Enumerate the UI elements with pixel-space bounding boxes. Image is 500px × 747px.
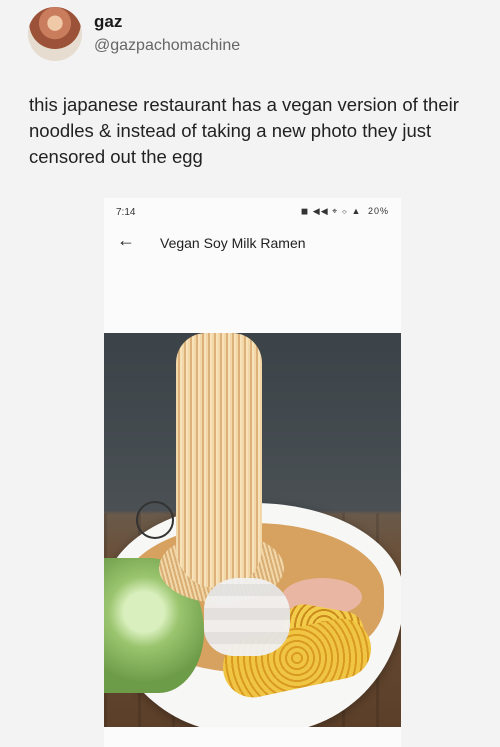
back-arrow-icon[interactable]: ← xyxy=(117,230,135,251)
censored-egg xyxy=(204,578,290,656)
page-title: Vegan Soy Milk Ramen xyxy=(160,235,306,251)
bowl-logo-mark xyxy=(136,501,174,539)
status-icons: ◼ ◀◀ ⌖ ⌔ ▲ 20% xyxy=(301,206,389,217)
app-bar: ← Vegan Soy Milk Ramen xyxy=(104,228,401,260)
battery-level: 20% xyxy=(367,206,389,216)
system-icons: ◼ ◀◀ ⌖ ⌔ ▲ xyxy=(300,206,362,216)
ramen-photo xyxy=(104,333,401,727)
status-time: 7:14 xyxy=(116,207,136,218)
user-handle[interactable]: @gazpachomachine xyxy=(94,37,240,55)
tweet-text: this japanese restaurant has a vegan ver… xyxy=(29,94,459,167)
avatar[interactable] xyxy=(28,7,82,61)
status-bar: 7:14 ◼ ◀◀ ⌖ ⌔ ▲ 20% xyxy=(104,198,401,226)
tweet-card: gaz @gazpachomachine this japanese resta… xyxy=(0,0,500,747)
lifted-noodles xyxy=(176,333,262,588)
display-name[interactable]: gaz xyxy=(94,12,122,32)
embedded-screenshot: 7:14 ◼ ◀◀ ⌖ ⌔ ▲ 20% ← Vegan Soy Milk Ram… xyxy=(104,198,401,747)
